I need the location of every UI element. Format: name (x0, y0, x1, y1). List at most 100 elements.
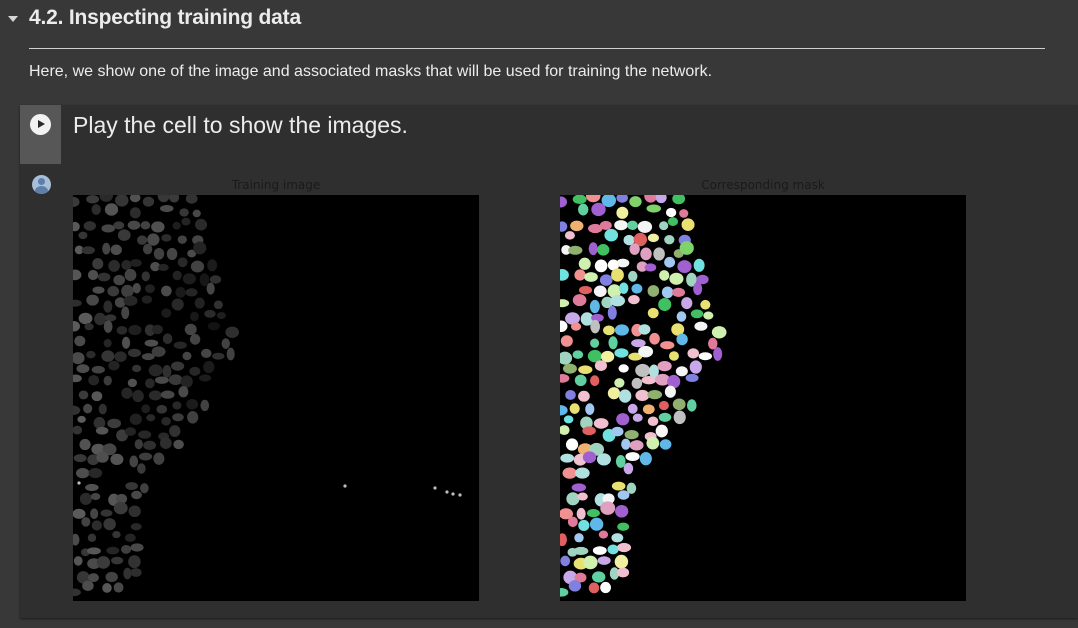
cell-form-title: Play the cell to show the images. (73, 112, 408, 138)
mask-instance (564, 231, 575, 240)
mask-instance (572, 294, 587, 307)
bright-artifact (433, 486, 437, 490)
nucleus (124, 268, 137, 282)
nucleus (91, 520, 102, 531)
nucleus (156, 404, 168, 414)
mask-instance (611, 268, 624, 282)
mask-instance (560, 555, 571, 567)
nucleus (121, 306, 130, 320)
mask-instance (624, 429, 639, 440)
mask-instance (647, 390, 663, 400)
nucleus (129, 195, 141, 203)
mask-instance (594, 360, 608, 371)
mask-instance (646, 204, 662, 213)
mask-instance (669, 272, 684, 285)
mask-instance (560, 453, 575, 463)
nucleus (127, 378, 137, 388)
mask-instance (658, 412, 672, 422)
mask-instance (589, 517, 604, 531)
mask-instance (571, 483, 587, 492)
nucleus (73, 196, 80, 208)
nucleus (153, 247, 165, 260)
mask-instance (627, 403, 638, 414)
nucleus (99, 195, 113, 202)
nucleus (92, 258, 104, 270)
nucleus (204, 309, 216, 318)
nucleus (103, 518, 116, 531)
nucleus (140, 221, 151, 230)
mask-instance (653, 247, 665, 261)
nucleus (142, 243, 153, 255)
mask-instance (577, 492, 588, 501)
nucleus (132, 364, 142, 373)
mask-instance (560, 405, 568, 416)
nucleus (159, 437, 172, 449)
nucleus (128, 505, 141, 518)
mask-instance (611, 426, 624, 437)
nucleus (200, 399, 210, 412)
mask-instance (607, 305, 617, 320)
code-cell[interactable]: Play the cell to show the images. Traini… (20, 105, 1078, 618)
mask-instance (614, 220, 628, 231)
collapse-section-toggle[interactable] (4, 10, 22, 28)
nucleus (123, 567, 132, 580)
mask-instance (640, 247, 652, 261)
mask-instance (700, 299, 711, 310)
mask-instance (598, 530, 609, 539)
mask-instance (635, 389, 650, 402)
nucleus (107, 286, 120, 297)
nucleus (101, 350, 115, 362)
mask-instance (590, 375, 600, 387)
nucleus (96, 451, 109, 463)
mask-instance (644, 263, 657, 272)
mask-instance (689, 360, 702, 374)
nucleus (186, 398, 199, 410)
run-cell-button[interactable] (30, 114, 51, 135)
mask-instance (616, 567, 630, 578)
nucleus (180, 375, 193, 388)
mask-instance (659, 221, 669, 231)
nucleus (185, 195, 198, 204)
mask-instance (655, 424, 668, 438)
mask-instance (647, 416, 659, 427)
mask-instance (562, 467, 577, 479)
mask-instance (687, 348, 700, 359)
mask-instance (560, 425, 570, 436)
nucleus (88, 468, 103, 479)
nucleus (158, 263, 169, 272)
nucleus (162, 333, 173, 345)
nucleus (77, 415, 86, 423)
mask-instance (627, 220, 638, 230)
mask-instance (592, 546, 607, 555)
mask-instance (669, 351, 679, 361)
mask-instance (582, 451, 597, 464)
mask-instance (585, 195, 601, 203)
nucleus (181, 217, 191, 226)
mask-instance (614, 348, 629, 358)
mask-instance (584, 272, 598, 282)
nucleus (194, 297, 205, 309)
mask-instance (631, 377, 643, 389)
nucleus (106, 546, 120, 555)
nucleus (132, 282, 141, 294)
mask-instance (599, 220, 612, 230)
nucleus (94, 312, 107, 326)
nucleus (130, 523, 142, 531)
nucleus (110, 453, 124, 465)
mask-instance (629, 196, 642, 208)
nucleus (225, 326, 240, 338)
title-divider (29, 48, 1045, 49)
mask-instance (664, 256, 676, 268)
nucleus (137, 463, 146, 474)
mask-instance (568, 580, 582, 592)
nucleus (95, 426, 109, 435)
mask-instance (655, 195, 667, 204)
nucleus (83, 221, 96, 231)
nucleus (160, 390, 175, 399)
mask-instance (623, 462, 634, 475)
nucleus (88, 573, 99, 583)
mask-instance (637, 220, 653, 233)
nucleus (199, 273, 210, 287)
mask-instance (638, 345, 654, 358)
nucleus (91, 391, 103, 402)
